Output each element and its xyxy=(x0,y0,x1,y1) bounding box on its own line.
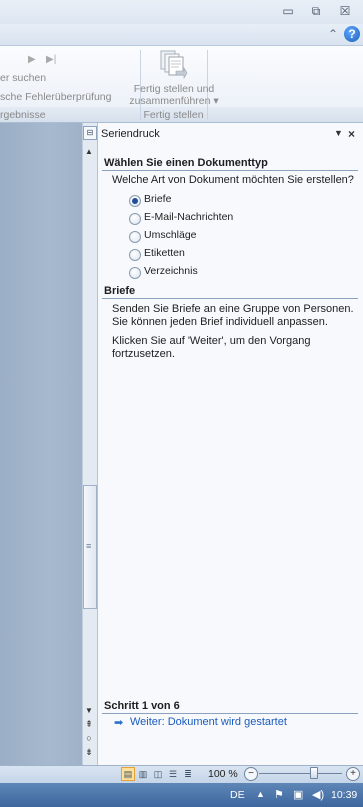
language-indicator[interactable]: DE xyxy=(230,789,245,801)
close-window-button[interactable]: ☒ xyxy=(334,2,356,20)
radio-label-umschlaege[interactable]: Umschläge xyxy=(144,229,197,241)
ribbon-tab-strip xyxy=(0,24,363,46)
outline-view-icon[interactable]: ☰ xyxy=(166,767,180,781)
radio-label-verzeichnis[interactable]: Verzeichnis xyxy=(144,265,198,277)
section-divider xyxy=(102,170,358,171)
next-step-link[interactable]: Weiter: Dokument wird gestartet xyxy=(130,716,287,728)
scroll-down-icon[interactable]: ▼ xyxy=(83,706,95,716)
full-screen-reading-icon[interactable]: ▥ xyxy=(136,767,150,781)
web-layout-icon[interactable]: ◫ xyxy=(151,767,165,781)
last-record-icon[interactable]: ▶| xyxy=(46,54,56,65)
radio-etiketten[interactable] xyxy=(129,249,141,261)
finish-group-label: Fertig stellen xyxy=(143,109,204,121)
radio-verzeichnis[interactable] xyxy=(129,267,141,279)
section-divider xyxy=(102,298,358,299)
task-pane-close-icon[interactable]: × xyxy=(348,127,355,141)
browse-object-icon[interactable]: ○ xyxy=(83,733,95,745)
finish-merge-dropdown-label[interactable]: zusammenführen ▾ xyxy=(128,95,220,107)
auto-check-errors-button[interactable]: sche Fehlerüberprüfung xyxy=(0,91,112,103)
task-pane-menu-icon[interactable]: ▼ xyxy=(334,128,343,138)
radio-umschlaege[interactable] xyxy=(129,231,141,243)
radio-label-email[interactable]: E-Mail-Nachrichten xyxy=(144,211,233,223)
print-layout-icon[interactable]: ▤ xyxy=(121,767,135,781)
clock[interactable]: 10:39 xyxy=(331,789,357,801)
arrow-right-icon[interactable]: ➡ xyxy=(114,716,123,729)
next-record-icon[interactable]: ▶ xyxy=(28,54,36,65)
view-ruler-icon[interactable]: ⊟ xyxy=(83,126,97,140)
action-center-flag-icon[interactable]: ⚑ xyxy=(274,788,284,801)
zoom-out-icon[interactable]: − xyxy=(244,767,258,781)
section-title-document-type: Wählen Sie einen Dokumenttyp xyxy=(104,157,268,169)
preview-results-group-label: rgebnisse xyxy=(0,109,46,121)
taskbar xyxy=(0,783,363,807)
radio-label-etiketten[interactable]: Etiketten xyxy=(144,247,185,259)
question-text: Welche Art von Dokument möchten Sie erst… xyxy=(112,174,354,186)
draft-view-icon[interactable]: ≣ xyxy=(181,767,195,781)
previous-page-icon[interactable]: ⇞ xyxy=(83,719,95,731)
grip-icon: ≡ xyxy=(86,541,92,551)
radio-label-briefe[interactable]: Briefe xyxy=(144,193,171,205)
volume-icon[interactable]: ◀) xyxy=(312,788,324,801)
network-icon[interactable]: ▣ xyxy=(293,788,303,801)
section-divider xyxy=(102,713,358,714)
next-page-icon[interactable]: ⇟ xyxy=(83,747,95,759)
show-hidden-icons-icon[interactable]: ▲ xyxy=(256,789,265,799)
zoom-level[interactable]: 100 % xyxy=(208,768,238,780)
radio-email[interactable] xyxy=(129,213,141,225)
minimize-button[interactable]: ▭ xyxy=(277,2,299,20)
zoom-slider-thumb[interactable] xyxy=(309,767,318,779)
zoom-slider-track[interactable] xyxy=(259,773,342,774)
finish-merge-label[interactable]: Fertig stellen und xyxy=(128,83,220,95)
finish-merge-icon[interactable] xyxy=(158,49,188,80)
step-indicator: Schritt 1 von 6 xyxy=(104,700,180,712)
vertical-scrollbar[interactable] xyxy=(82,123,97,765)
find-recipient-button[interactable]: er suchen xyxy=(0,72,46,84)
task-pane-title: Seriendruck xyxy=(101,128,160,140)
instruction-text: Klicken Sie auf 'Weiter', um den Vorgang… xyxy=(112,335,311,360)
help-icon[interactable]: ? xyxy=(344,26,360,42)
maximize-button[interactable]: ⧉ xyxy=(305,2,327,20)
description-text: Senden Sie Briefe an eine Gruppe von Per… xyxy=(112,303,354,328)
section-title-briefe: Briefe xyxy=(104,285,136,297)
document-area[interactable] xyxy=(0,123,82,765)
radio-briefe[interactable] xyxy=(129,195,141,207)
zoom-in-icon[interactable]: + xyxy=(346,767,360,781)
scroll-up-icon[interactable]: ▲ xyxy=(83,147,95,157)
collapse-ribbon-icon[interactable]: ⌃ xyxy=(326,27,340,41)
